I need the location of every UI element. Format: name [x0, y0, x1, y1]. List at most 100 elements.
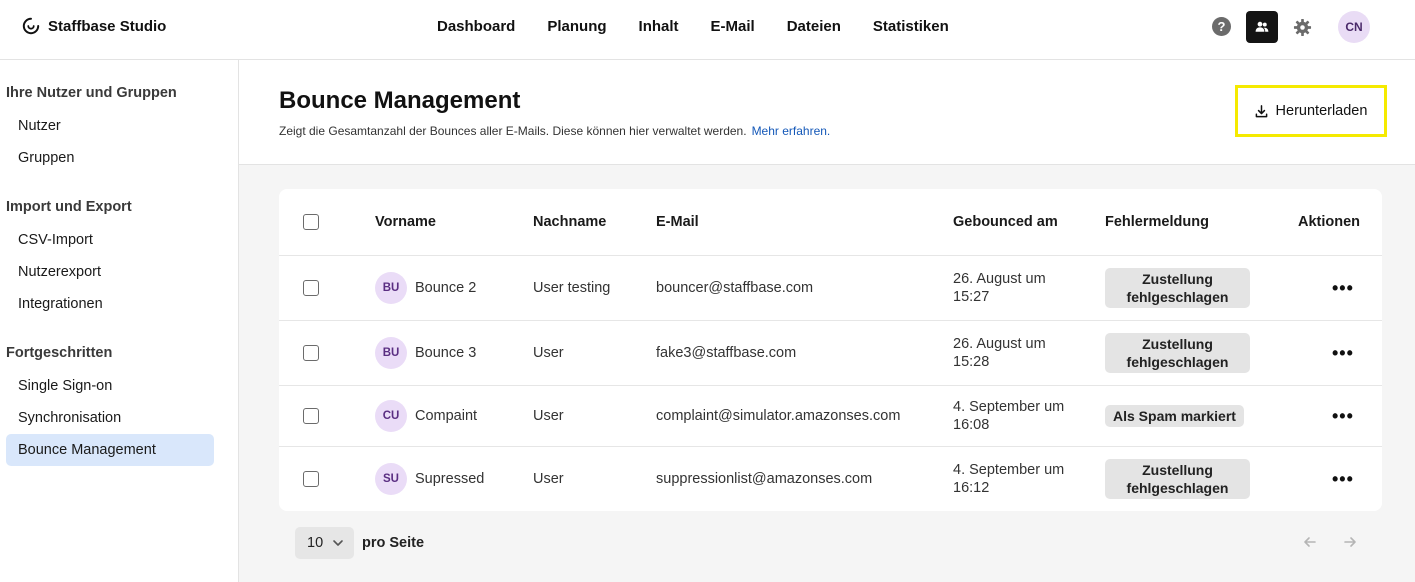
row-checkbox[interactable]: [303, 280, 319, 296]
status-badge: Zustellung fehlgeschlagen: [1105, 459, 1250, 499]
status-badge: Als Spam markiert: [1105, 405, 1244, 427]
chevron-down-icon: [333, 540, 343, 546]
sidebar-item-csv-import[interactable]: CSV-Import: [6, 224, 214, 256]
email: fake3@staffbase.com: [656, 345, 797, 361]
per-page-select[interactable]: 10: [295, 527, 354, 559]
column-header-last-name[interactable]: Nachname: [533, 189, 606, 255]
sidebar-item-nutzerexport[interactable]: Nutzerexport: [6, 256, 214, 288]
sidebar-item-single-sign-on[interactable]: Single Sign-on: [6, 370, 214, 402]
page-description: Zeigt die Gesamtanzahl der Bounces aller…: [279, 124, 830, 138]
avatar: SU: [375, 463, 407, 495]
table-footer: 10 pro Seite: [239, 511, 1415, 582]
sidebar-group-users: Ihre Nutzer und Gruppen: [6, 85, 177, 101]
row-checkbox[interactable]: [303, 471, 319, 487]
description-text: Zeigt die Gesamtanzahl der Bounces aller…: [279, 124, 747, 138]
table-row: BU Bounce 3 User fake3@staffbase.com 26.…: [279, 321, 1382, 386]
first-name-cell: BU Bounce 3: [375, 321, 476, 385]
row-select-cell: [303, 447, 319, 511]
per-page-value: 10: [307, 535, 324, 551]
nav-dateien[interactable]: Dateien: [787, 18, 841, 35]
main-content: Bounce Management Zeigt die Gesamtanzahl…: [239, 60, 1415, 582]
more-actions-icon[interactable]: •••: [1332, 447, 1354, 511]
table-row: BU Bounce 2 User testing bouncer@staffba…: [279, 256, 1382, 321]
error-cell: Als Spam markiert: [1105, 386, 1244, 446]
email: suppressionlist@amazonses.com: [656, 471, 873, 487]
users-icon[interactable]: [1246, 11, 1278, 43]
sidebar-group-advanced: Fortgeschritten: [6, 345, 113, 361]
row-select-cell: [303, 321, 319, 385]
first-name: Compaint: [415, 408, 478, 424]
sidebar: Ihre Nutzer und Gruppen Nutzer Gruppen I…: [0, 60, 239, 582]
download-label: Herunterladen: [1275, 103, 1368, 119]
previous-page-icon[interactable]: [1301, 533, 1319, 551]
sidebar-item-nutzer[interactable]: Nutzer: [6, 110, 214, 142]
sidebar-item-synchronisation[interactable]: Synchronisation: [6, 402, 214, 434]
nav-statistiken[interactable]: Statistiken: [873, 18, 949, 35]
avatar: BU: [375, 272, 407, 304]
first-name-cell: SU Supressed: [375, 447, 484, 511]
more-actions-icon[interactable]: •••: [1332, 321, 1354, 385]
main-nav: Dashboard Planung Inhalt E-Mail Dateien …: [437, 18, 949, 35]
avatar: CU: [375, 400, 407, 432]
avatar: BU: [375, 337, 407, 369]
gear-icon[interactable]: [1292, 17, 1312, 37]
status-badge: Zustellung fehlgeschlagen: [1105, 333, 1250, 373]
sidebar-item-bounce-management[interactable]: Bounce Management: [6, 434, 214, 466]
first-name-cell: BU Bounce 2: [375, 256, 476, 320]
email: bouncer@staffbase.com: [656, 280, 814, 296]
column-header-first-name[interactable]: Vorname: [375, 189, 436, 255]
help-icon[interactable]: ?: [1212, 17, 1231, 36]
brand[interactable]: Staffbase Studio: [22, 17, 166, 35]
first-name: Bounce 3: [415, 345, 477, 361]
download-button[interactable]: Herunterladen: [1235, 85, 1387, 137]
user-avatar[interactable]: CN: [1338, 11, 1370, 43]
top-bar: Staffbase Studio Dashboard Planung Inhal…: [0, 0, 1415, 60]
sidebar-item-integrationen[interactable]: Integrationen: [6, 288, 214, 320]
error-cell: Zustellung fehlgeschlagen: [1105, 447, 1250, 511]
sidebar-group-import-export: Import und Export: [6, 199, 132, 215]
row-select-cell: [303, 386, 319, 446]
column-header-email[interactable]: E-Mail: [656, 189, 699, 255]
column-header-error[interactable]: Fehlermeldung: [1105, 189, 1209, 255]
last-name: User: [533, 471, 564, 487]
column-header-bounced-at[interactable]: Gebounced am: [953, 189, 1058, 255]
last-name: User: [533, 345, 564, 361]
more-actions-icon[interactable]: •••: [1332, 256, 1354, 320]
last-name: User testing: [533, 280, 611, 296]
email: complaint@simulator.amazonses.com: [656, 408, 901, 424]
first-name: Supressed: [415, 471, 485, 487]
table-header-row: Vorname Nachname E-Mail Gebounced am Feh…: [279, 189, 1382, 256]
row-select-cell: [303, 256, 319, 320]
next-page-icon[interactable]: [1341, 533, 1359, 551]
row-checkbox[interactable]: [303, 345, 319, 361]
first-name-cell: CU Compaint: [375, 386, 477, 446]
table-row: SU Supressed User suppressionlist@amazon…: [279, 447, 1382, 511]
nav-planung[interactable]: Planung: [547, 18, 606, 35]
learn-more-link[interactable]: Mehr erfahren.: [752, 124, 831, 138]
per-page-label: pro Seite: [362, 535, 425, 551]
nav-inhalt[interactable]: Inhalt: [639, 18, 679, 35]
staffbase-logo-icon: [22, 17, 40, 35]
bounced-at: 26. August um 15:27: [953, 271, 1046, 305]
page-header: Bounce Management Zeigt die Gesamtanzahl…: [239, 60, 1415, 165]
brand-name: Staffbase Studio: [48, 17, 167, 35]
column-header-actions: Aktionen: [1298, 214, 1361, 230]
row-checkbox[interactable]: [303, 408, 319, 424]
table-row: CU Compaint User complaint@simulator.ama…: [279, 386, 1382, 447]
bounced-at: 26. August um 15:28: [953, 336, 1046, 370]
error-cell: Zustellung fehlgeschlagen: [1105, 321, 1250, 385]
select-all-checkbox[interactable]: [303, 214, 319, 230]
last-name: User: [533, 408, 564, 424]
nav-email[interactable]: E-Mail: [711, 18, 755, 35]
status-badge: Zustellung fehlgeschlagen: [1105, 268, 1250, 308]
nav-dashboard[interactable]: Dashboard: [437, 18, 515, 35]
download-icon: [1255, 104, 1267, 117]
select-all-cell: [303, 189, 319, 255]
page-title: Bounce Management: [279, 87, 521, 114]
bounced-at: 4. September um 16:12: [953, 462, 1065, 496]
sidebar-item-gruppen[interactable]: Gruppen: [6, 142, 214, 174]
more-actions-icon[interactable]: •••: [1332, 386, 1354, 446]
bounced-at: 4. September um 16:08: [953, 399, 1065, 433]
first-name: Bounce 2: [415, 280, 477, 296]
bounce-table: Vorname Nachname E-Mail Gebounced am Feh…: [279, 189, 1382, 511]
